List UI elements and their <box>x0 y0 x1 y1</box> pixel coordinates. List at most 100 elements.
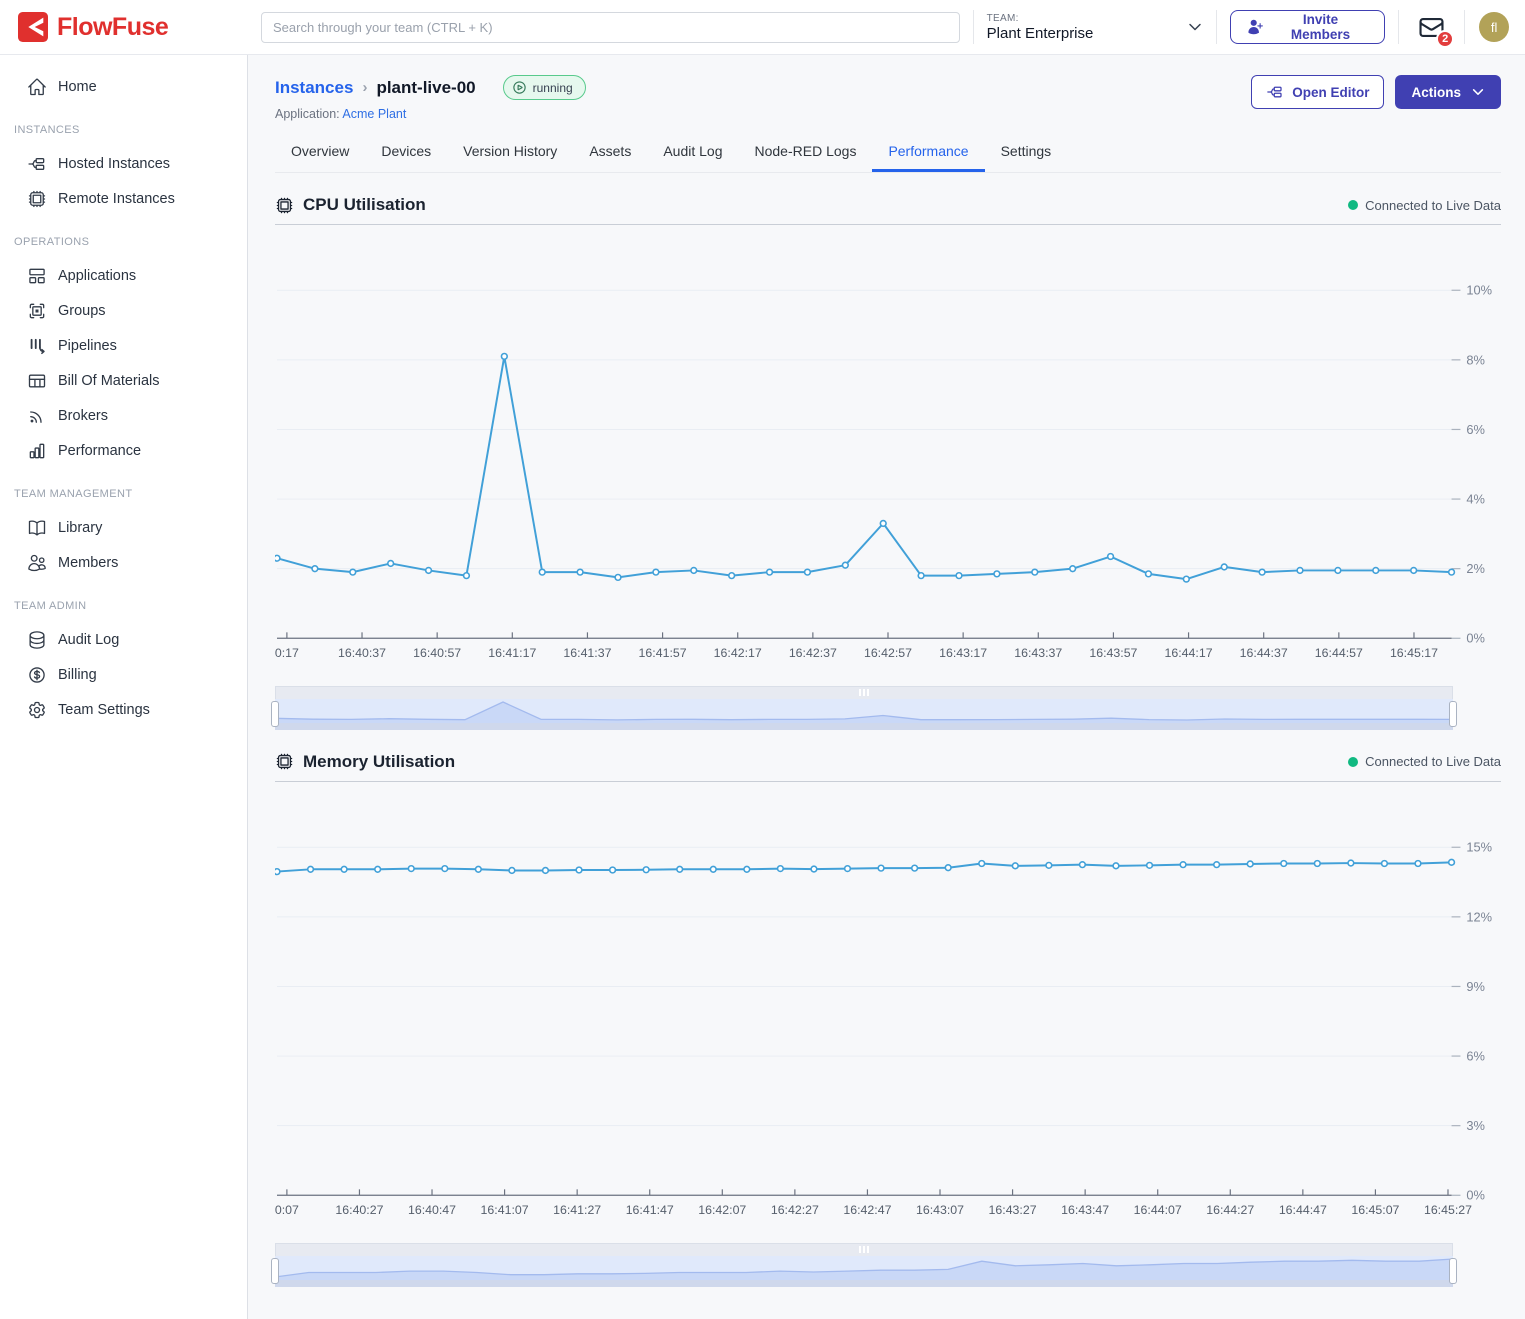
svg-text:3%: 3% <box>1466 1118 1485 1133</box>
cpu-chart-title: CPU Utilisation <box>303 195 426 215</box>
sidebar-item-home[interactable]: Home <box>0 69 247 104</box>
search-input[interactable] <box>261 12 960 43</box>
actions-button[interactable]: Actions <box>1395 75 1501 109</box>
billing-icon <box>27 665 47 685</box>
tab-devices[interactable]: Devices <box>365 133 447 172</box>
drag-grip-icon <box>859 1246 869 1253</box>
memory-scrubber-left-handle[interactable] <box>271 1258 279 1284</box>
team-selector[interactable]: TEAM: Plant Enterprise <box>987 13 1203 42</box>
svg-text:16:44:37: 16:44:37 <box>1240 646 1288 660</box>
memory-chart-title: Memory Utilisation <box>303 752 455 772</box>
svg-text:16:45:07: 16:45:07 <box>1351 1203 1399 1217</box>
tab-settings[interactable]: Settings <box>985 133 1068 172</box>
open-editor-button[interactable]: Open Editor <box>1251 75 1384 109</box>
memory-chip-icon <box>275 752 294 771</box>
live-dot-icon <box>1348 757 1358 767</box>
svg-text:16:44:47: 16:44:47 <box>1279 1203 1327 1217</box>
svg-text:16:42:27: 16:42:27 <box>771 1203 819 1217</box>
cpu-scrubber-preview[interactable] <box>275 699 1453 723</box>
application-label: Application: <box>275 107 340 121</box>
breadcrumb: Instances › plant-live-00 running <box>275 75 586 100</box>
svg-text:16:42:47: 16:42:47 <box>843 1203 891 1217</box>
sidebar-item-library[interactable]: Library <box>0 510 247 545</box>
svg-text:16:45:17: 16:45:17 <box>1390 646 1438 660</box>
svg-text:16:42:17: 16:42:17 <box>714 646 762 660</box>
application-link[interactable]: Acme Plant <box>342 107 406 121</box>
sidebar-item-team-settings[interactable]: Team Settings <box>0 692 247 727</box>
audit-log-icon <box>27 630 47 650</box>
memory-live-status-label: Connected to Live Data <box>1365 754 1501 769</box>
chevron-down-icon <box>1471 85 1485 99</box>
svg-text:16:43:17: 16:43:17 <box>939 646 987 660</box>
sidebar-item-audit-log[interactable]: Audit Log <box>0 622 247 657</box>
sidebar-item-billing[interactable]: Billing <box>0 657 247 692</box>
svg-text:6%: 6% <box>1466 422 1485 437</box>
head-buttons: Open Editor Actions <box>1251 75 1501 109</box>
team-selector-label: TEAM: <box>987 13 1094 24</box>
sidebar-item-brokers[interactable]: Brokers <box>0 398 247 433</box>
home-icon <box>27 77 47 97</box>
svg-text:16:44:07: 16:44:07 <box>1134 1203 1182 1217</box>
chevron-down-icon <box>1187 19 1203 35</box>
divider <box>973 10 974 44</box>
svg-text:6%: 6% <box>1466 1048 1485 1063</box>
svg-text:16:40:57: 16:40:57 <box>413 646 461 660</box>
svg-text:16:42:57: 16:42:57 <box>864 646 912 660</box>
cpu-scrubber-left-handle[interactable] <box>271 701 279 727</box>
tab-version-history[interactable]: Version History <box>447 133 573 172</box>
svg-text:16:43:57: 16:43:57 <box>1089 646 1137 660</box>
memory-scrubber-right-handle[interactable] <box>1449 1258 1457 1284</box>
team-name: Plant Enterprise <box>987 25 1094 42</box>
status-badge-label: running <box>533 81 573 95</box>
avatar[interactable]: fl <box>1479 12 1509 42</box>
breadcrumb-separator: › <box>362 79 367 96</box>
svg-text:8%: 8% <box>1466 352 1485 367</box>
sidebar-item-bill-of-materials[interactable]: Bill Of Materials <box>0 363 247 398</box>
tab-audit-log[interactable]: Audit Log <box>647 133 738 172</box>
tab-overview[interactable]: Overview <box>275 133 365 172</box>
svg-text:16:40:37: 16:40:37 <box>338 646 386 660</box>
team-settings-icon <box>27 700 47 720</box>
cpu-scrubber-rail[interactable] <box>275 686 1453 699</box>
sidebar-item-hosted-instances[interactable]: Hosted Instances <box>0 146 247 181</box>
sidebar-item-members[interactable]: Members <box>0 545 247 580</box>
memory-scrubber-rail[interactable] <box>275 1243 1453 1256</box>
play-circle-icon <box>512 80 527 95</box>
sidebar-item-applications[interactable]: Applications <box>0 258 247 293</box>
instance-name: plant-live-00 <box>376 78 475 98</box>
memory-utilisation-section: Memory Utilisation Connected to Live Dat… <box>275 752 1501 1287</box>
memory-scrubber-preview[interactable] <box>275 1256 1453 1280</box>
tab-assets[interactable]: Assets <box>573 133 647 172</box>
tab-performance[interactable]: Performance <box>872 133 984 172</box>
svg-text:16:44:57: 16:44:57 <box>1315 646 1363 660</box>
svg-text:0:17: 0:17 <box>275 646 299 660</box>
page-head: Instances › plant-live-00 running Applic… <box>275 75 1501 121</box>
flowfuse-logo[interactable]: FlowFuse <box>0 12 248 42</box>
tab-node-red-logs[interactable]: Node-RED Logs <box>739 133 873 172</box>
tab-bar: OverviewDevicesVersion HistoryAssetsAudi… <box>275 133 1501 173</box>
cpu-scrubber-right-handle[interactable] <box>1449 701 1457 727</box>
memory-live-status: Connected to Live Data <box>1348 754 1501 769</box>
main-content: Instances › plant-live-00 running Applic… <box>248 0 1525 1319</box>
sidebar-item-remote-instances[interactable]: Remote Instances <box>0 181 247 216</box>
notifications-button[interactable]: 2 <box>1418 14 1445 41</box>
cpu-range-scrubber[interactable] <box>275 686 1453 730</box>
svg-text:2%: 2% <box>1466 561 1485 576</box>
sidebar-section-label: TEAM ADMIN <box>0 580 247 622</box>
sidebar-item-groups[interactable]: Groups <box>0 293 247 328</box>
svg-text:16:42:37: 16:42:37 <box>789 646 837 660</box>
invite-members-button[interactable]: Invite Members <box>1230 10 1385 44</box>
live-dot-icon <box>1348 200 1358 210</box>
cpu-chip-icon <box>275 196 294 215</box>
svg-text:16:45:27: 16:45:27 <box>1424 1203 1472 1217</box>
hosted-instances-icon <box>27 154 47 174</box>
svg-text:16:43:37: 16:43:37 <box>1014 646 1062 660</box>
sidebar-item-performance[interactable]: Performance <box>0 433 247 468</box>
library-icon <box>27 518 47 538</box>
memory-scrubber-footer <box>275 1280 1453 1287</box>
sidebar-item-pipelines[interactable]: Pipelines <box>0 328 247 363</box>
svg-text:4%: 4% <box>1466 492 1485 507</box>
breadcrumb-instances-link[interactable]: Instances <box>275 78 353 98</box>
svg-text:0:07: 0:07 <box>275 1203 299 1217</box>
memory-range-scrubber[interactable] <box>275 1243 1453 1287</box>
